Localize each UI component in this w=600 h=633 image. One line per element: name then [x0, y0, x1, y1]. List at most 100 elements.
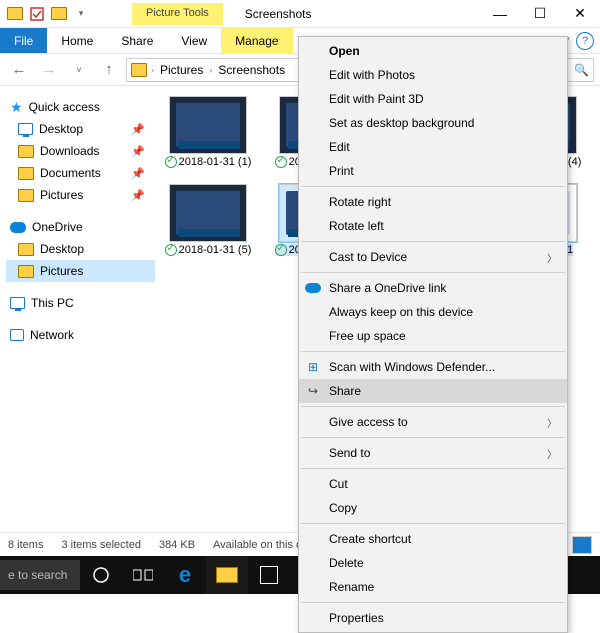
sidebar-item-downloads[interactable]: Downloads📌 [6, 140, 155, 162]
sidebar-item-od-pictures[interactable]: Pictures [6, 260, 155, 282]
pc-icon [10, 297, 25, 309]
sidebar-label: Desktop [40, 242, 84, 256]
view-thumbnails-button[interactable] [572, 536, 592, 554]
edge-icon[interactable]: e [164, 556, 206, 594]
search-placeholder: e to search [8, 568, 67, 582]
ctx-label: Edit with Photos [329, 68, 415, 82]
pin-icon: 📌 [131, 189, 145, 202]
crumb-sep-icon[interactable]: › [151, 65, 154, 75]
sync-icon [165, 156, 177, 168]
sidebar: ★Quick access Desktop📌 Downloads📌 Docume… [0, 86, 155, 566]
sync-icon [165, 244, 177, 256]
ctx-label: Create shortcut [329, 532, 411, 546]
search-icon: 🔍 [574, 63, 589, 77]
ctx-send-to[interactable]: Send to〉 [299, 441, 567, 465]
task-view-icon[interactable] [122, 556, 164, 594]
titlebar: ▾ Picture Tools Screenshots — ☐ ✕ [0, 0, 600, 28]
store-bag-icon [260, 566, 278, 584]
ctx-defender[interactable]: ⊞Scan with Windows Defender... [299, 355, 567, 379]
ctx-delete[interactable]: Delete [299, 551, 567, 575]
share-icon: ↪ [305, 383, 321, 399]
qat-new-folder-icon[interactable] [48, 3, 70, 25]
maximize-button[interactable]: ☐ [520, 0, 560, 28]
cortana-icon[interactable] [80, 556, 122, 594]
nav-forward-button[interactable]: → [36, 57, 62, 83]
sidebar-thispc[interactable]: This PC [6, 292, 155, 314]
ctx-label: Edit [329, 140, 350, 154]
crumb-sep-icon[interactable]: › [209, 65, 212, 75]
file-thumb[interactable]: 2018-01-31 (5) [161, 184, 255, 256]
sidebar-onedrive[interactable]: OneDrive [6, 216, 155, 238]
ctx-separator [301, 523, 565, 524]
nav-recent-dropdown[interactable]: ˅ [66, 57, 92, 83]
ctx-label: Delete [329, 556, 364, 570]
ctx-cast-device[interactable]: Cast to Device〉 [299, 245, 567, 269]
tab-home[interactable]: Home [47, 28, 107, 53]
tab-view[interactable]: View [167, 28, 221, 53]
ctx-free-space[interactable]: Free up space [299, 324, 567, 348]
breadcrumb-parent[interactable]: Pictures [158, 63, 205, 77]
ctx-label: Share [329, 384, 361, 398]
ctx-edit[interactable]: Edit [299, 135, 567, 159]
pin-icon: 📌 [131, 167, 145, 180]
ctx-edit-paint3d[interactable]: Edit with Paint 3D [299, 87, 567, 111]
ctx-separator [301, 186, 565, 187]
taskbar-search-input[interactable]: e to search [0, 560, 80, 590]
file-thumb[interactable]: 2018-01-31 (1) [161, 96, 255, 168]
sidebar-network[interactable]: Network [6, 324, 155, 346]
sidebar-quick-access[interactable]: ★Quick access [6, 96, 155, 118]
ctx-share-onedrive[interactable]: Share a OneDrive link [299, 276, 567, 300]
sidebar-item-documents[interactable]: Documents📌 [6, 162, 155, 184]
qat-dropdown-icon[interactable]: ▾ [70, 3, 92, 25]
sidebar-item-desktop[interactable]: Desktop📌 [6, 118, 155, 140]
tab-manage[interactable]: Manage [221, 28, 292, 53]
ctx-copy[interactable]: Copy [299, 496, 567, 520]
ctx-edit-photos[interactable]: Edit with Photos [299, 63, 567, 87]
sidebar-label: Desktop [39, 122, 83, 136]
ctx-label: Share a OneDrive link [329, 281, 446, 295]
ctx-separator [301, 602, 565, 603]
tab-share[interactable]: Share [107, 28, 167, 53]
ctx-label: Print [329, 164, 354, 178]
tool-tab-label: Picture Tools [146, 8, 209, 19]
breadcrumb-current[interactable]: Screenshots [216, 63, 287, 77]
close-button[interactable]: ✕ [560, 0, 600, 28]
store-icon[interactable] [248, 556, 290, 594]
sidebar-label: Network [30, 328, 74, 342]
ctx-print[interactable]: Print [299, 159, 567, 183]
sidebar-item-pictures[interactable]: Pictures📌 [6, 184, 155, 206]
downloads-icon [18, 145, 34, 158]
ctx-label: Free up space [329, 329, 406, 343]
ctx-label: Set as desktop background [329, 116, 474, 130]
nav-up-button[interactable]: ↑ [96, 57, 122, 83]
ctx-rotate-left[interactable]: Rotate left [299, 214, 567, 238]
file-name: 2018-01-31 (5) [179, 244, 252, 256]
ctx-cut[interactable]: Cut [299, 472, 567, 496]
sync-icon [275, 244, 287, 256]
qat-folder-icon[interactable] [4, 3, 26, 25]
help-icon[interactable]: ? [576, 32, 594, 50]
qat-properties-icon[interactable] [26, 3, 48, 25]
ctx-rename[interactable]: Rename [299, 575, 567, 599]
minimize-button[interactable]: — [480, 0, 520, 28]
ctx-open[interactable]: Open [299, 39, 567, 63]
status-availability: Available on this de [213, 539, 308, 551]
ctx-label: Send to [329, 446, 370, 460]
tab-file[interactable]: File [0, 28, 47, 53]
ctx-share[interactable]: ↪ Share [299, 379, 567, 403]
ctx-properties[interactable]: Properties [299, 606, 567, 630]
ctx-create-shortcut[interactable]: Create shortcut [299, 527, 567, 551]
ctx-give-access[interactable]: Give access to〉 [299, 410, 567, 434]
picture-tools-tab[interactable]: Picture Tools [132, 3, 223, 25]
ctx-set-background[interactable]: Set as desktop background [299, 111, 567, 135]
folder-icon [18, 243, 34, 256]
file-explorer-icon[interactable] [206, 556, 248, 594]
sidebar-label: This PC [31, 296, 74, 310]
ctx-keep-device[interactable]: Always keep on this device [299, 300, 567, 324]
quick-access-toolbar: ▾ [0, 3, 92, 25]
status-size: 384 KB [159, 539, 195, 551]
sidebar-item-od-desktop[interactable]: Desktop [6, 238, 155, 260]
nav-back-button[interactable]: ← [6, 57, 32, 83]
ctx-rotate-right[interactable]: Rotate right [299, 190, 567, 214]
ctx-label: Cut [329, 477, 348, 491]
